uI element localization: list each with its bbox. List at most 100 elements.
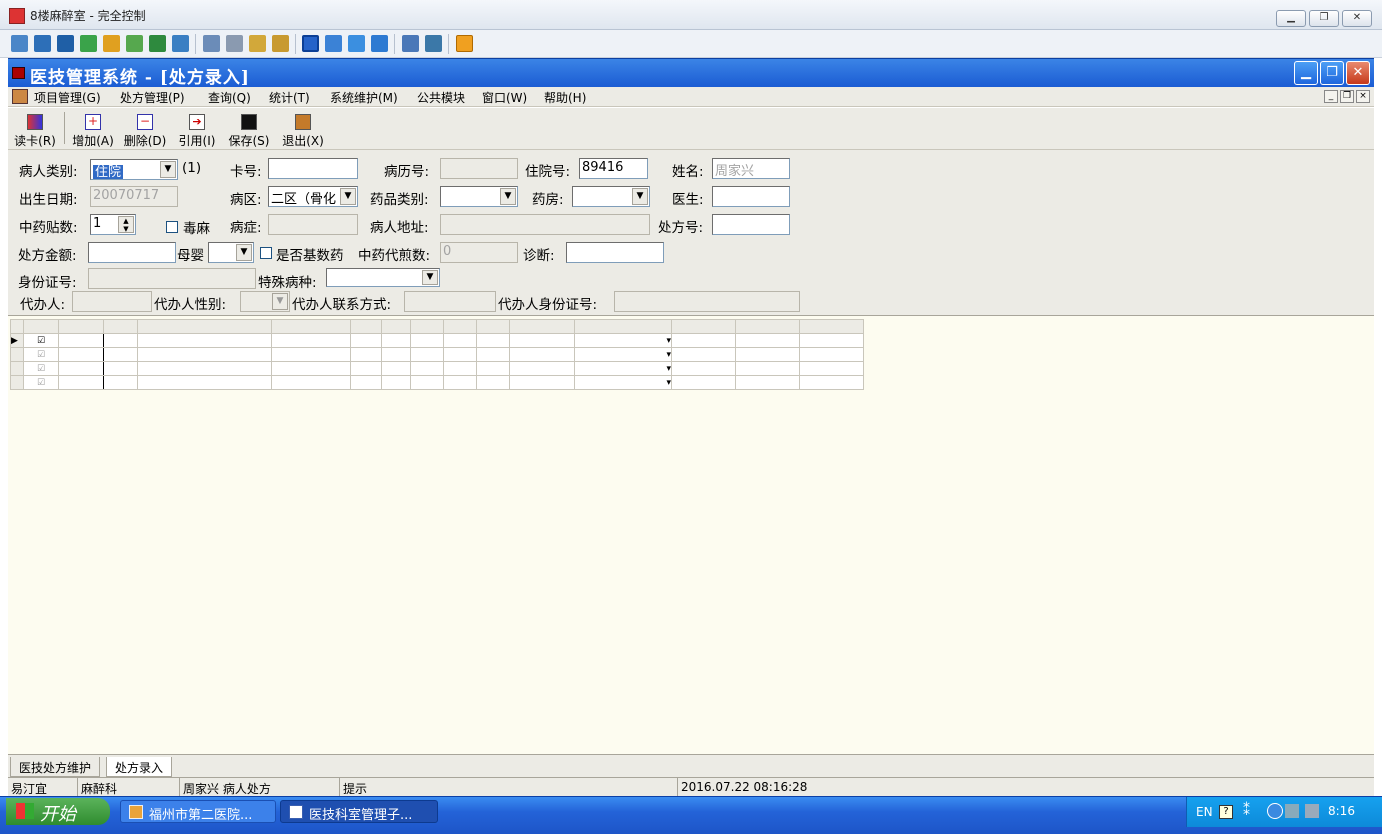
mdi-minimize-button[interactable]: _ — [1324, 90, 1338, 103]
grid-cell[interactable] — [410, 361, 444, 376]
grid-cell[interactable] — [799, 347, 864, 362]
remote-phone-icon[interactable] — [149, 35, 166, 52]
grid-dropdown-cell[interactable]: ▾ — [574, 347, 672, 362]
grid-cell[interactable] — [509, 347, 575, 362]
spin-arrows-icon[interactable]: ▲ ▼ — [118, 216, 134, 233]
app-restore-button[interactable]: ❐ — [1320, 61, 1344, 85]
row-checkbox[interactable]: ☑ — [23, 333, 59, 348]
grid-cell[interactable] — [476, 347, 510, 362]
grid-cell[interactable] — [509, 361, 575, 376]
agent-input[interactable] — [72, 291, 152, 312]
grid-cell[interactable] — [137, 347, 272, 362]
address-input[interactable] — [440, 214, 650, 235]
special-disease-select[interactable]: ▼ — [326, 268, 440, 287]
grid-cell[interactable] — [137, 333, 272, 348]
grid-cell[interactable] — [137, 361, 272, 376]
table-row[interactable]: ▶ ☑ ▾ — [10, 333, 864, 348]
grid-cell[interactable] — [137, 375, 272, 390]
narcotic-checkbox[interactable] — [166, 221, 178, 233]
decoction-input[interactable]: 0 — [440, 242, 518, 263]
grid-cell[interactable] — [799, 375, 864, 390]
remote-transfer-icon[interactable] — [80, 35, 97, 52]
grid-cell[interactable] — [671, 361, 736, 376]
menu-project[interactable]: 项目管理(G) — [34, 89, 101, 106]
grid-cell[interactable] — [271, 347, 351, 362]
grid-cell[interactable] — [476, 375, 510, 390]
chevron-down-icon[interactable]: ▼ — [422, 270, 438, 285]
table-row[interactable]: ☑ ▾ — [10, 361, 864, 376]
tray-status-icon[interactable]: ⁑ — [1243, 803, 1250, 819]
app-minimize-button[interactable]: ▁ — [1294, 61, 1318, 85]
grid-cell[interactable] — [410, 333, 444, 348]
remote-clipboard-icon[interactable] — [402, 35, 419, 52]
name-input[interactable]: 周家兴 — [712, 158, 790, 179]
remote-disconnect-icon[interactable] — [456, 35, 473, 52]
chevron-down-icon[interactable]: ▼ — [340, 188, 356, 205]
grid-cell[interactable] — [58, 361, 104, 376]
birth-date-input[interactable]: 20070717 — [90, 186, 178, 207]
app-close-button[interactable]: ✕ — [1346, 61, 1370, 85]
grid-cell[interactable] — [799, 333, 864, 348]
grid-cell[interactable] — [103, 361, 138, 376]
row-indicator[interactable] — [10, 375, 24, 390]
grid-dropdown-cell[interactable]: ▾ — [574, 333, 672, 348]
grid-cell[interactable] — [381, 361, 411, 376]
grid-cell[interactable] — [103, 333, 138, 348]
grid-cell[interactable] — [671, 375, 736, 390]
remote-fit-icon[interactable] — [325, 35, 342, 52]
tab-rx-entry[interactable]: 处方录入 — [106, 757, 173, 777]
remote-terminal-icon[interactable] — [57, 35, 74, 52]
grid-cell[interactable] — [58, 333, 104, 348]
remote-lock-icon[interactable] — [249, 35, 266, 52]
menu-help[interactable]: 帮助(H) — [544, 89, 586, 106]
mdi-restore-button[interactable]: ❐ — [1340, 90, 1354, 103]
pharmacy-select[interactable]: ▼ — [572, 186, 650, 207]
diagnosis-input[interactable] — [566, 242, 664, 263]
task-hospital[interactable]: 福州市第二医院... — [120, 800, 276, 823]
grid-cell[interactable] — [350, 333, 382, 348]
grid-dropdown-cell[interactable]: ▾ — [574, 375, 672, 390]
remote-monitor-icon[interactable] — [34, 35, 51, 52]
row-indicator[interactable] — [10, 347, 24, 362]
remote-window-icon[interactable] — [348, 35, 365, 52]
drug-type-select[interactable]: ▼ — [440, 186, 518, 207]
tab-rx-maintenance[interactable]: 医技处方维护 — [10, 757, 101, 777]
remote-scale-icon[interactable] — [371, 35, 388, 52]
remote-users-icon[interactable] — [226, 35, 243, 52]
network-icon[interactable] — [1285, 804, 1299, 818]
grid-dropdown-cell[interactable]: ▾ — [574, 361, 672, 376]
remote-unlock-icon[interactable] — [272, 35, 289, 52]
grid-cell[interactable] — [671, 333, 736, 348]
exit-button[interactable]: 退出(X) — [280, 110, 326, 148]
grid-cell[interactable] — [58, 347, 104, 362]
grid-cell[interactable] — [271, 333, 351, 348]
ward-select[interactable]: 二区（骨化 ▼ — [268, 186, 358, 207]
menu-public[interactable]: 公共模块 — [417, 89, 465, 106]
menu-system[interactable]: 系统维护(M) — [330, 89, 398, 106]
chevron-down-icon[interactable]: ▼ — [632, 188, 648, 205]
task-medtech[interactable]: 医技科室管理子... — [280, 800, 438, 823]
reference-button[interactable]: ➔ 引用(I) — [174, 110, 220, 148]
doctor-input[interactable] — [712, 186, 790, 207]
grid-cell[interactable] — [735, 361, 800, 376]
agent-gender-select[interactable]: ▼ — [240, 291, 290, 312]
grid-cell[interactable] — [443, 375, 477, 390]
id-no-input[interactable] — [88, 268, 256, 289]
grid-cell[interactable] — [443, 361, 477, 376]
admission-no-input[interactable]: 89416 — [579, 158, 648, 179]
grid-cell[interactable] — [410, 347, 444, 362]
tray-app-icon[interactable] — [1305, 804, 1319, 818]
menu-window[interactable]: 窗口(W) — [482, 89, 527, 106]
remote-tools-icon[interactable] — [425, 35, 442, 52]
remote-screen-icon[interactable] — [11, 35, 28, 52]
chevron-down-icon[interactable]: ▼ — [160, 161, 176, 178]
grid-cell[interactable] — [103, 375, 138, 390]
row-indicator[interactable] — [10, 361, 24, 376]
row-checkbox[interactable]: ☑ — [23, 347, 59, 362]
menu-statistics[interactable]: 统计(T) — [269, 89, 310, 106]
add-button[interactable]: + 增加(A) — [70, 110, 116, 148]
grid-cell[interactable] — [58, 375, 104, 390]
grid-cell[interactable] — [735, 375, 800, 390]
agent-id-input[interactable] — [614, 291, 800, 312]
grid-cell[interactable] — [350, 361, 382, 376]
